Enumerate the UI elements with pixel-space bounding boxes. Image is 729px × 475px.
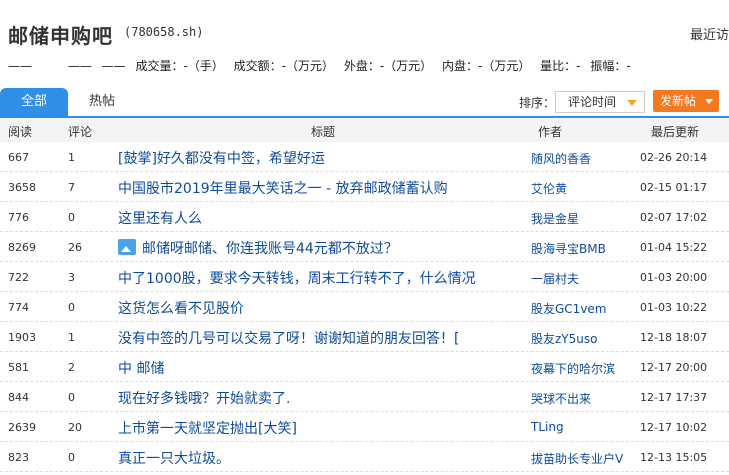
read-count: 1903 (8, 331, 36, 344)
author-link[interactable]: TLing (531, 420, 564, 434)
stat-outer: 外盘：-（万元） (343, 59, 433, 73)
post-title-link[interactable]: 现在好多钱哦？开始就卖了. (118, 388, 290, 408)
table-row: 3658 7 中国股市2019年里最大笑话之一 - 放弃邮政储蓄认购 艾伦黄 02-15… (0, 172, 729, 202)
author-link[interactable]: 哭球不出来 (531, 390, 591, 407)
author-link[interactable]: 股海寻宝BMB (531, 240, 606, 257)
author-link[interactable]: 股友zY5uso (531, 330, 597, 347)
comment-count: 3 (68, 271, 75, 284)
recent-visits-link[interactable]: 最近访 (690, 24, 729, 43)
tab-bar: 全部 热帖 排序： 评论时间 发新帖 (0, 88, 729, 118)
read-count: 844 (8, 391, 29, 404)
comment-count: 26 (68, 241, 82, 254)
comment-count: 0 (68, 391, 75, 404)
author-link[interactable]: 一届村夫 (531, 270, 579, 287)
comment-count: 0 (68, 301, 75, 314)
author-link[interactable]: 随风的香香 (531, 150, 591, 167)
table-row: 2639 20 上市第一天就坚定抛出[大笑] TLing 12-17 10:02 (0, 412, 729, 442)
author-link[interactable]: 我是金星 (531, 210, 579, 227)
col-author: 作者 (538, 125, 563, 139)
post-title-link[interactable]: 邮储呀邮储、你连我账号44元都不放过？ (118, 238, 398, 258)
last-updated: 12-17 20:00 (640, 361, 708, 374)
last-updated: 12-17 17:37 (640, 391, 708, 404)
post-list: 667 1 [鼓掌]好久都没有中签，希望好运 随风的香香 02-26 20:14 3658… (0, 142, 729, 472)
post-title-link[interactable]: [鼓掌]好久都没有中签，希望好运 (118, 148, 325, 168)
author-link[interactable]: 艾伦黄 (531, 180, 567, 197)
col-read: 阅读 (8, 125, 33, 139)
table-row: 8269 26 邮储呀邮储、你连我账号44元都不放过？ 股海寻宝BMB 01-04 15… (0, 232, 729, 262)
col-updated: 最后更新 (651, 125, 700, 139)
post-title-text: 邮储呀邮储、你连我账号44元都不放过？ (142, 241, 398, 257)
read-count: 774 (8, 301, 29, 314)
table-header: 阅读 评论 标题 作者 最后更新 (0, 118, 729, 142)
tab-hot[interactable]: 热帖 (74, 88, 130, 116)
last-updated: 02-07 17:02 (640, 211, 708, 224)
chevron-down-icon (627, 100, 637, 106)
col-title: 标题 (311, 125, 336, 139)
sort-label: 排序： (519, 96, 556, 110)
read-count: 8269 (8, 241, 36, 254)
sort-selected: 评论时间 (568, 95, 617, 109)
table-row: 667 1 [鼓掌]好久都没有中签，希望好运 随风的香香 02-26 20:14 (0, 142, 729, 172)
author-link[interactable]: 股友GC1vem (531, 300, 607, 317)
read-count: 581 (8, 361, 29, 374)
last-updated: 01-04 15:22 (640, 241, 708, 254)
comment-count: 7 (68, 181, 75, 194)
table-row: 722 3 中了1000股，要求今天转钱，周末工行转不了，什么情况 一届村夫 01-03… (0, 262, 729, 292)
image-icon (118, 239, 136, 255)
stat-ratio: 量比：- (540, 59, 581, 73)
read-count: 823 (8, 451, 29, 464)
comment-count: 0 (68, 451, 75, 464)
last-updated: 02-26 20:14 (640, 151, 708, 164)
author-link[interactable]: 夜幕下的哈尔滨 (531, 360, 615, 377)
read-count: 776 (8, 211, 29, 224)
comment-count: 0 (68, 211, 75, 224)
read-count: 3658 (8, 181, 36, 194)
last-updated: 01-03 10:22 (640, 301, 708, 314)
last-updated: 02-15 01:17 (640, 181, 708, 194)
table-row: 1903 1 没有中签的几号可以交易了呀！谢谢知道的朋友回答！[ 股友zY5uso 12… (0, 322, 729, 352)
page-header: 邮储申购吧 (780658.sh) 最近访 (0, 0, 729, 52)
stat-inner: 内盘：-（万元） (442, 59, 531, 73)
post-title-link[interactable]: 上市第一天就坚定抛出[大笑] (118, 418, 297, 438)
stock-stats: —— —— —— 成交量：-（手） 成交额：-（万元） 外盘：-（万元） 内盘：… (8, 57, 637, 74)
page-title: 邮储申购吧 (8, 24, 113, 48)
table-row: 823 0 真正一只大垃圾。 拔苗助长专业户V 12-13 15:05 (0, 442, 729, 472)
comment-count: 1 (68, 331, 75, 344)
read-count: 2639 (8, 421, 36, 434)
stat-change-pct: —— (101, 59, 126, 73)
stat-change: —— (67, 59, 92, 73)
stock-code: (780658.sh) (124, 25, 204, 39)
post-title-link[interactable]: 真正一只大垃圾。 (118, 448, 230, 468)
stat-amplitude: 振幅：- (590, 59, 631, 73)
post-title-link[interactable]: 这货怎么看不见股价 (118, 298, 244, 318)
last-updated: 12-18 18:07 (640, 331, 708, 344)
sort-select[interactable]: 评论时间 (555, 91, 645, 113)
post-title-link[interactable]: 中了1000股，要求今天转钱，周末工行转不了，什么情况 (118, 268, 476, 288)
post-title-link[interactable]: 没有中签的几号可以交易了呀！谢谢知道的朋友回答！[ (118, 328, 459, 348)
comment-count: 2 (68, 361, 75, 374)
comment-count: 1 (68, 151, 75, 164)
table-row: 774 0 这货怎么看不见股价 股友GC1vem 01-03 10:22 (0, 292, 729, 322)
stat-volume: 成交量：-（手） (135, 59, 224, 73)
post-title-link[interactable]: 中 邮储 (118, 358, 164, 378)
stat-amount: 成交额：-（万元） (233, 59, 334, 73)
stat-price: —— (8, 59, 32, 73)
last-updated: 12-17 10:02 (640, 421, 708, 434)
read-count: 722 (8, 271, 29, 284)
post-title-link[interactable]: 中国股市2019年里最大笑话之一 - 放弃邮政储蓄认购 (118, 178, 448, 198)
new-post-label: 发新帖 (660, 94, 697, 108)
last-updated: 12-13 15:05 (640, 451, 708, 464)
comment-count: 20 (68, 421, 82, 434)
post-title-link[interactable]: 这里还有人么 (118, 208, 202, 228)
tab-all[interactable]: 全部 (0, 88, 68, 116)
table-row: 844 0 现在好多钱哦？开始就卖了. 哭球不出来 12-17 17:37 (0, 382, 729, 412)
new-post-button[interactable]: 发新帖 (653, 90, 719, 112)
col-comments: 评论 (68, 125, 93, 139)
table-row: 776 0 这里还有人么 我是金星 02-07 17:02 (0, 202, 729, 232)
last-updated: 01-03 20:00 (640, 271, 708, 284)
table-row: 581 2 中 邮储 夜幕下的哈尔滨 12-17 20:00 (0, 352, 729, 382)
chevron-down-icon (705, 99, 713, 104)
read-count: 667 (8, 151, 29, 164)
author-link[interactable]: 拔苗助长专业户V (531, 450, 623, 467)
